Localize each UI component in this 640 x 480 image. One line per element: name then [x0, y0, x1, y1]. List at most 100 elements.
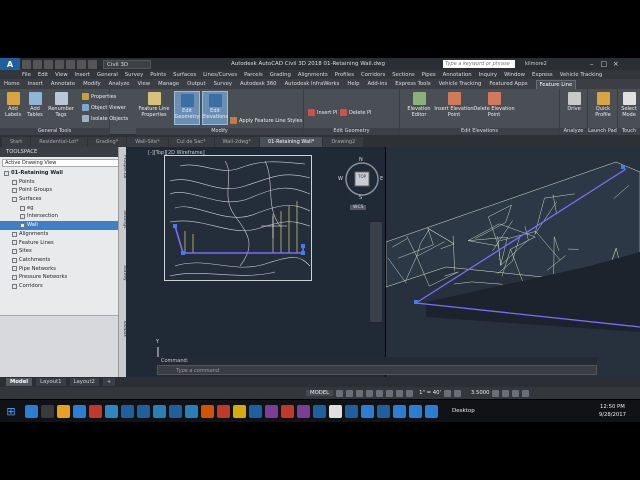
touch-title[interactable]: Touch [618, 128, 640, 135]
taskbar-app-icon[interactable] [121, 404, 134, 418]
layout-tab[interactable]: Model [6, 378, 33, 386]
feature-line-properties-button[interactable]: Feature Line Properties [138, 92, 170, 118]
add-layout-button[interactable]: + [102, 378, 116, 386]
menu-item-alignments[interactable]: Alignments [298, 72, 328, 78]
doc-tab[interactable]: Wall-2dwg* [214, 137, 259, 147]
insert-elevation-point-button[interactable]: Insert Elevation Point [432, 92, 476, 118]
object-viewer-button[interactable]: Object Viewer [82, 104, 126, 111]
menu-item-file[interactable]: File [22, 72, 31, 78]
taskbar-app-icon[interactable] [361, 404, 374, 418]
taskbar-app-icon[interactable] [281, 404, 294, 418]
taskbar-app-icon[interactable] [89, 404, 102, 418]
menu-item-sections[interactable]: Sections [392, 72, 414, 78]
menu-item-inquiry[interactable]: Inquiry [479, 72, 497, 78]
tree-item[interactable]: 01-Retaining Wall [0, 169, 123, 178]
tab-home[interactable]: Home [4, 81, 20, 87]
navigation-bar[interactable] [370, 222, 382, 322]
taskbar-app-icon[interactable] [169, 404, 182, 418]
tree-item[interactable]: Wall [0, 221, 123, 230]
app-menu-button[interactable]: A [0, 58, 20, 70]
tab-output[interactable]: Output [187, 81, 205, 87]
osnap-icon[interactable] [376, 389, 384, 397]
select-mode-button[interactable]: Select Mode [619, 92, 639, 118]
save-as-icon[interactable] [55, 59, 64, 69]
menu-item-express[interactable]: Express [532, 72, 553, 78]
edit-elevations-button[interactable]: Edit Elevations [202, 91, 228, 125]
taskbar-app-icon[interactable] [265, 404, 278, 418]
tab-add-ins[interactable]: Add-ins [367, 81, 387, 87]
tab-survey[interactable]: Survey [214, 81, 232, 87]
taskbar-app-icon[interactable] [425, 404, 438, 418]
add-tables-button[interactable]: Add Tables [26, 92, 44, 118]
user-account[interactable]: kilmore2 [525, 61, 547, 67]
plan-viewport[interactable]: [-][Top][2D Wireframe] TOP N S W E WCS Y [126, 147, 385, 377]
delete-elevation-point-button[interactable]: Delete Elevation Point [472, 92, 516, 118]
command-input[interactable]: Type a command [157, 365, 597, 375]
menu-item-grading[interactable]: Grading [270, 72, 291, 78]
isolate-icon[interactable] [492, 389, 500, 397]
add-labels-button[interactable]: Add Labels [4, 92, 22, 118]
compass-s[interactable]: S [359, 195, 362, 201]
menu-item-vehicle-tracking[interactable]: Vehicle Tracking [560, 72, 603, 78]
search-input[interactable]: Type a keyword or phrase [442, 60, 515, 68]
taskbar-app-icon[interactable] [105, 404, 118, 418]
tree-item[interactable]: Catchments [0, 256, 123, 265]
taskbar-app-icon[interactable] [25, 404, 38, 418]
desktop-toolbar[interactable]: Desktop [452, 408, 475, 414]
drive-button[interactable]: Drive [564, 92, 584, 113]
tab-analyze[interactable]: Analyze [109, 81, 130, 87]
isolate-objects-button[interactable]: Isolate Objects [82, 115, 128, 122]
taskbar-app-icon[interactable] [73, 404, 86, 418]
plan-drawing[interactable] [164, 155, 312, 281]
tree-item[interactable]: Intersection [0, 212, 123, 221]
tab-autodesk-infraworks[interactable]: Autodesk InfraWorks [285, 81, 340, 87]
taskbar-app-icon[interactable] [345, 404, 358, 418]
taskbar-app-icon[interactable] [185, 404, 198, 418]
doc-tab[interactable]: Drawing2 [323, 137, 364, 147]
tab-feature-line[interactable]: Feature Line [535, 79, 577, 89]
view-selector[interactable]: Active Drawing View [2, 159, 121, 167]
compass-e[interactable]: E [380, 176, 383, 182]
menu-item-window[interactable]: Window [504, 72, 525, 78]
doc-tab[interactable]: Grading* [87, 137, 127, 147]
taskbar-app-icon[interactable] [233, 404, 246, 418]
taskbar-app-icon[interactable] [41, 404, 54, 418]
doc-tab[interactable]: Cul de Sac* [168, 137, 214, 147]
viewcube-top-label[interactable]: TOP [358, 174, 366, 179]
tab-vehicle-tracking[interactable]: Vehicle Tracking [439, 81, 482, 87]
tree-item[interactable]: Point Groups [0, 186, 123, 195]
taskbar-app-icon[interactable] [393, 404, 406, 418]
layout-tab[interactable]: Layout2 [69, 378, 99, 386]
menu-item-insert[interactable]: Insert [75, 72, 90, 78]
redo-icon[interactable] [88, 59, 97, 69]
workspace-select[interactable]: Civil 3D [103, 59, 151, 69]
menu-item-lines-curves[interactable]: Lines/Curves [203, 72, 237, 78]
edit-geometry-title[interactable]: Edit Geometry [304, 128, 399, 135]
tab-insert[interactable]: Insert [28, 81, 43, 87]
tree-item[interactable]: eg [0, 204, 123, 213]
analyze-title[interactable]: Analyze [560, 128, 587, 135]
customize-icon[interactable] [522, 389, 530, 397]
taskbar-app-icon[interactable] [313, 404, 326, 418]
tab-manage[interactable]: Manage [158, 81, 179, 87]
menu-item-survey[interactable]: Survey [125, 72, 143, 78]
taskbar-app-icon[interactable] [297, 404, 310, 418]
insert-pi-button[interactable]: Insert PI [308, 109, 337, 116]
menu-item-edit[interactable]: Edit [38, 72, 48, 78]
properties-button[interactable]: Properties [82, 93, 116, 100]
menu-item-profiles[interactable]: Profiles [335, 72, 354, 78]
close-button[interactable]: × [611, 60, 621, 68]
hardware-icon[interactable] [502, 389, 510, 397]
print-icon[interactable] [66, 59, 75, 69]
doc-tab[interactable]: Wall-Site* [127, 137, 168, 147]
edit-elevations-title[interactable]: Edit Elevations [400, 128, 559, 135]
edit-geometry-button[interactable]: Edit Geometry [174, 91, 200, 125]
doc-tab[interactable]: 01-Retaining Wall* [259, 137, 323, 147]
taskbar-app-icon[interactable] [377, 404, 390, 418]
elevation-value[interactable]: 3.5000 [471, 390, 490, 396]
elevation-editor-button[interactable]: Elevation Editor [402, 92, 436, 118]
windows-start-icon[interactable]: ⊞ [0, 400, 22, 422]
lineweight-icon[interactable] [396, 389, 404, 397]
annotation-icon[interactable] [406, 389, 414, 397]
menu-item-parcels[interactable]: Parcels [244, 72, 263, 78]
